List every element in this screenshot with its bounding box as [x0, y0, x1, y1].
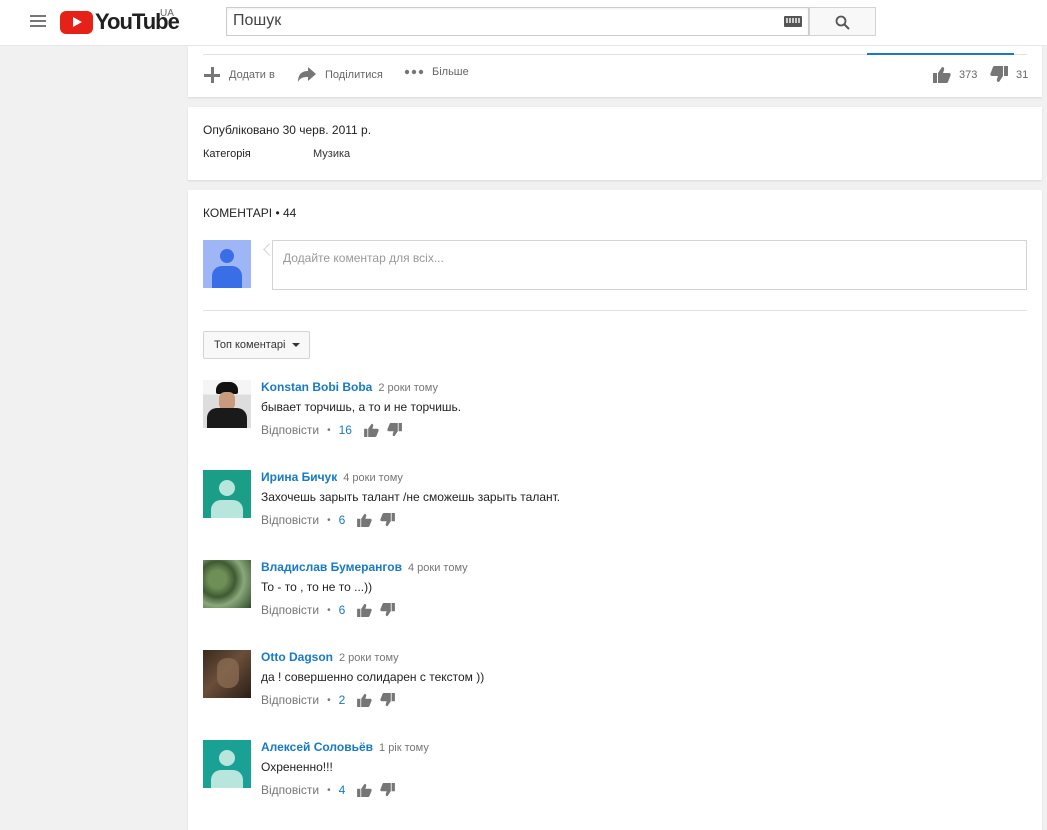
thumbs-down-icon[interactable]	[380, 783, 396, 797]
thumbs-up-icon[interactable]	[364, 423, 379, 437]
thumbs-down-icon[interactable]	[380, 693, 396, 707]
menu-icon[interactable]	[30, 15, 46, 29]
author-name-text[interactable]: Otto Dagson	[261, 650, 333, 664]
comment-like-count: 2	[338, 693, 346, 707]
separator-dot: •	[327, 604, 331, 616]
comment-text: да ! совершенно солидарен с текстом ))	[261, 670, 485, 684]
comments-section: КОМЕНТАРІ • 44 Топ коментарі Konstan Bob…	[188, 190, 1042, 830]
sort-comments-dropdown[interactable]: Топ коментарі	[203, 331, 310, 359]
share-label: Поділитися	[325, 68, 383, 81]
comment-time[interactable]: 2 роки тому	[339, 652, 399, 664]
thumbs-up-icon[interactable]	[357, 513, 372, 527]
comment-text: Охрененно!!!	[261, 760, 333, 774]
play-icon	[60, 10, 93, 34]
comment-item: Ирина Бичук 4 роки тому Захочешь зарыть т…	[203, 470, 1023, 540]
author-name-text[interactable]: Konstan Bobi Boba	[261, 380, 372, 394]
comments-header: КОМЕНТАРІ • 44	[203, 206, 297, 220]
sort-label: Топ коментарі	[214, 339, 286, 351]
thumbs-up-icon[interactable]	[357, 603, 372, 617]
comment-actions: Відповісти • 4	[261, 783, 403, 797]
video-actions-bar: Додати в Поділитися Більше 373 31	[188, 46, 1042, 97]
dislike-count: 31	[1016, 68, 1029, 81]
comment-actions: Відповісти • 2	[261, 693, 403, 707]
comment-actions: Відповісти • 6	[261, 513, 403, 527]
reply-button[interactable]: Відповісти	[261, 693, 319, 707]
author-avatar[interactable]	[203, 650, 251, 698]
comment-text: Захочешь зарыть талант /не сможешь зарыт…	[261, 490, 561, 504]
separator-dot: •	[327, 514, 331, 526]
comment-input[interactable]	[273, 241, 1026, 289]
reply-button[interactable]: Відповісти	[261, 603, 319, 617]
thumbs-down-icon[interactable]	[387, 423, 402, 437]
comment-like-count: 4	[338, 783, 346, 797]
comment-text: бывает торчишь, а то и не торчишь.	[261, 400, 462, 414]
plus-icon	[204, 67, 220, 83]
comment-time[interactable]: 1 рік тому	[379, 742, 429, 754]
user-avatar	[203, 240, 251, 288]
comment-text: То - то , то не то ...))	[261, 580, 373, 594]
like-ratio-bar	[867, 53, 1014, 55]
share-icon	[298, 67, 316, 82]
video-info: Опубліковано 30 черв. 2011 р. Категорія …	[188, 107, 1042, 180]
thumbs-up-icon[interactable]	[357, 693, 372, 707]
author-name[interactable]: Konstan Bobi Boba 2 роки тому	[261, 380, 438, 394]
like-count: 373	[959, 68, 978, 81]
separator-dot: •	[327, 784, 331, 796]
comment-time[interactable]: 4 роки тому	[408, 562, 468, 574]
divider	[203, 310, 1027, 311]
comment-item: Konstan Bobi Boba 2 роки тому бывает торч…	[203, 380, 1023, 450]
reply-button[interactable]: Відповісти	[261, 423, 319, 437]
dislike-button[interactable]: 31	[990, 66, 1028, 83]
author-name-text[interactable]: Алексей Соловьёв	[261, 740, 373, 754]
author-avatar[interactable]	[203, 560, 251, 608]
add-to-label: Додати в	[229, 69, 275, 81]
search-icon	[835, 15, 850, 30]
thumbs-up-icon	[933, 67, 951, 83]
comment-like-count: 6	[338, 603, 346, 617]
author-name-text[interactable]: Ирина Бичук	[261, 470, 337, 484]
thumbs-down-icon[interactable]	[380, 603, 396, 617]
comment-item: Владислав Бумерангов 4 роки тому То - то …	[203, 560, 1023, 630]
reply-button[interactable]: Відповісти	[261, 513, 319, 527]
comment-actions: Відповісти • 16	[261, 423, 410, 437]
comment-actions: Відповісти • 6	[261, 603, 403, 617]
caret-down-icon	[292, 343, 301, 347]
separator-dot: •	[327, 424, 331, 436]
category-label: Категорія	[203, 148, 251, 160]
search-input[interactable]	[227, 8, 773, 34]
masthead: YouTube UA	[0, 0, 1047, 46]
author-avatar[interactable]	[203, 470, 251, 518]
search-button[interactable]	[809, 7, 876, 36]
reply-button[interactable]: Відповісти	[261, 783, 319, 797]
author-avatar[interactable]	[203, 380, 251, 428]
comment-time[interactable]: 2 роки тому	[378, 382, 438, 394]
author-name-text[interactable]: Владислав Бумерангов	[261, 560, 402, 574]
comment-time[interactable]: 4 роки тому	[343, 472, 403, 484]
author-name[interactable]: Владислав Бумерангов 4 роки тому	[261, 560, 468, 574]
add-to-button[interactable]: Додати в	[203, 66, 275, 84]
share-button[interactable]: Поділитися	[297, 66, 383, 83]
comment-like-count: 16	[338, 423, 352, 437]
separator-dot: •	[327, 694, 331, 706]
author-name[interactable]: Otto Dagson 2 роки тому	[261, 650, 399, 664]
author-name[interactable]: Ирина Бичук 4 роки тому	[261, 470, 403, 484]
category-value: Музика	[313, 148, 351, 160]
comment-box	[272, 240, 1027, 290]
thumbs-down-icon[interactable]	[380, 513, 396, 527]
publish-date: Опубліковано 30 черв. 2011 р.	[203, 123, 372, 137]
search-box	[226, 7, 809, 36]
comment-like-count: 6	[338, 513, 346, 527]
thumbs-up-icon[interactable]	[357, 783, 372, 797]
like-button[interactable]: 373	[933, 66, 977, 83]
comment-item: Алексей Соловьёв 1 рік тому Охрененно!!! …	[203, 740, 1023, 810]
more-label: Більше	[432, 66, 469, 78]
author-name[interactable]: Алексей Соловьёв 1 рік тому	[261, 740, 429, 754]
more-button[interactable]: Більше	[404, 66, 469, 78]
author-avatar[interactable]	[203, 740, 251, 788]
thumbs-down-icon	[990, 66, 1008, 82]
comment-item: Otto Dagson 2 роки тому да ! совершенно с…	[203, 650, 1023, 720]
country-code: UA	[160, 8, 174, 19]
more-icon	[404, 69, 424, 75]
keyboard-icon[interactable]	[784, 16, 802, 27]
